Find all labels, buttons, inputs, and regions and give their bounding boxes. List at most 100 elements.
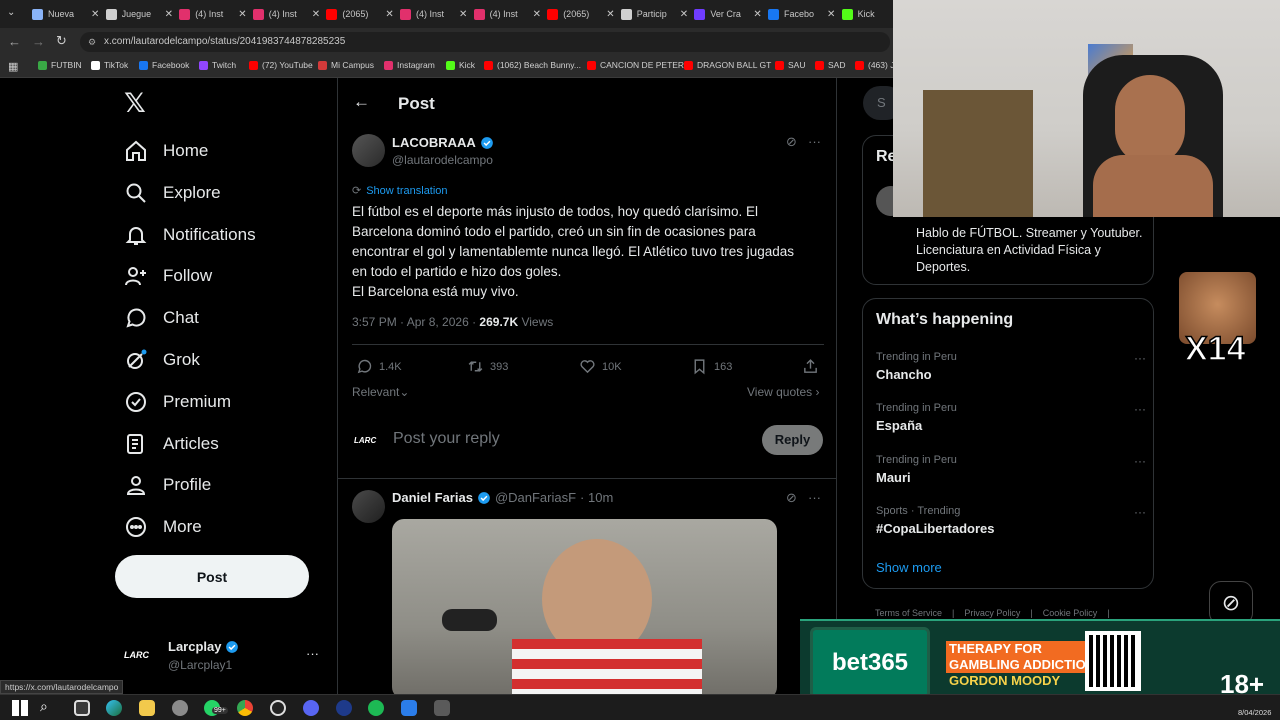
- bookmark-item[interactable]: TikTok: [91, 60, 128, 70]
- reply-button[interactable]: Reply: [762, 425, 823, 455]
- footer-link[interactable]: Privacy Policy: [964, 608, 1020, 618]
- back-arrow-icon[interactable]: ←: [8, 34, 21, 49]
- reply-timestamp[interactable]: · 10m: [580, 490, 613, 505]
- bookmark-item[interactable]: CANCION DE PETER: [587, 60, 684, 70]
- bookmark-item[interactable]: Instagram: [384, 60, 435, 70]
- back-arrow-icon[interactable]: ←: [353, 92, 370, 112]
- footer-link[interactable]: Cookie Policy: [1043, 608, 1098, 618]
- bookmark-item[interactable]: FUTBIN: [38, 60, 82, 70]
- browser-tab[interactable]: Facebo ✕: [768, 4, 838, 24]
- tweet-author-handle[interactable]: @lautarodelcampo: [392, 153, 493, 167]
- bookmark-item[interactable]: (463) J: [855, 60, 894, 70]
- reply-action[interactable]: 1.4K: [356, 358, 402, 375]
- bookmark-action[interactable]: 163: [691, 358, 732, 375]
- like-action[interactable]: 10K: [579, 358, 622, 375]
- bookmark-item[interactable]: DRAGON BALL GT: [684, 60, 771, 70]
- tweet-author-avatar[interactable]: [352, 134, 385, 167]
- trend-item[interactable]: Trending in Peru España ···: [876, 402, 1146, 433]
- edge-icon[interactable]: [106, 700, 122, 716]
- browser-tab[interactable]: (4) Inst ✕: [179, 4, 249, 24]
- tweet-timestamp[interactable]: 3:57 PM · Apr 8, 2026 ·: [352, 315, 476, 329]
- browser-tab[interactable]: Juegue ✕: [105, 4, 176, 24]
- reply-author-name[interactable]: Daniel Farias: [392, 490, 473, 505]
- tab-close-icon[interactable]: ✕: [312, 9, 320, 20]
- grok-explain-icon[interactable]: ⊘: [786, 134, 797, 150]
- discord-icon[interactable]: [303, 700, 319, 716]
- url-field[interactable]: ⚙ x.com/lautarodelcampo/status/204198374…: [80, 32, 890, 52]
- bookmark-item[interactable]: Twitch: [199, 60, 236, 70]
- browser-tab[interactable]: (4) Inst ✕: [473, 4, 544, 24]
- show-translation-link[interactable]: ⟳ Show translation: [352, 184, 448, 198]
- bookmark-item[interactable]: (1062) Beach Bunny...: [484, 60, 581, 70]
- tweet-more-icon[interactable]: ···: [808, 490, 821, 505]
- browser-tab[interactable]: (2065) ✕: [547, 4, 617, 24]
- nav-grok[interactable]: Grok: [124, 346, 200, 374]
- trend-more-icon[interactable]: ···: [1134, 402, 1146, 416]
- reply-input[interactable]: Post your reply: [393, 430, 693, 448]
- tab-close-icon[interactable]: ✕: [165, 9, 173, 20]
- forward-arrow-icon[interactable]: →: [32, 34, 45, 49]
- tab-close-icon[interactable]: ✕: [533, 9, 541, 20]
- grok-explain-icon[interactable]: ⊘: [786, 490, 797, 506]
- tab-close-icon[interactable]: ✕: [827, 9, 835, 20]
- file-explorer-icon[interactable]: [139, 700, 155, 716]
- view-quotes-link[interactable]: View quotes ›: [747, 385, 820, 399]
- relevant-sort-dropdown[interactable]: Relevant⌄: [352, 385, 409, 399]
- browser-tab[interactable]: Particip ✕: [620, 4, 691, 24]
- bookmark-item[interactable]: Mi Campus: [318, 60, 374, 70]
- taskbar-search-icon[interactable]: ⌕: [40, 698, 48, 715]
- trend-more-icon[interactable]: ···: [1134, 351, 1146, 365]
- chrome-icon[interactable]: [237, 700, 253, 716]
- nav-notifications[interactable]: Notifications: [124, 221, 256, 249]
- show-more-link[interactable]: Show more: [876, 560, 942, 575]
- ea-icon[interactable]: [336, 700, 352, 716]
- nav-follow[interactable]: Follow: [124, 262, 212, 290]
- bookmark-item[interactable]: SAD: [815, 60, 845, 70]
- tab-close-icon[interactable]: ✕: [385, 9, 393, 20]
- browser-tab[interactable]: Nueva ✕: [32, 4, 102, 24]
- tweet-more-icon[interactable]: ···: [808, 134, 821, 149]
- browser-tab[interactable]: (4) Inst ✕: [400, 4, 470, 24]
- apps-grid-icon[interactable]: ▦: [8, 60, 18, 73]
- app-icon[interactable]: [172, 700, 188, 716]
- nav-profile[interactable]: Profile: [124, 471, 211, 499]
- tab-close-icon[interactable]: ✕: [91, 9, 99, 20]
- obs-icon[interactable]: [270, 700, 286, 716]
- tab-close-icon[interactable]: ✕: [606, 9, 614, 20]
- calculator-icon[interactable]: [434, 700, 450, 716]
- nav-home[interactable]: Home: [124, 137, 208, 165]
- nav-chat[interactable]: Chat: [124, 304, 199, 332]
- share-action[interactable]: [802, 358, 819, 375]
- bookmark-item[interactable]: SAU: [775, 60, 805, 70]
- nav-premium[interactable]: Premium: [124, 388, 231, 416]
- x-logo-icon[interactable]: 𝕏: [124, 88, 146, 119]
- reply-author-handle[interactable]: @DanFariasF: [495, 490, 576, 505]
- trend-item[interactable]: Trending in Peru Chancho ···: [876, 351, 1146, 382]
- trend-more-icon[interactable]: ···: [1134, 505, 1146, 519]
- tab-close-icon[interactable]: ✕: [680, 9, 688, 20]
- tab-close-icon[interactable]: ✕: [238, 9, 246, 20]
- footer-link[interactable]: Terms of Service: [875, 608, 942, 618]
- spotify-icon[interactable]: [368, 700, 384, 716]
- nav-more[interactable]: More: [124, 513, 202, 541]
- nav-explore[interactable]: Explore: [124, 179, 221, 207]
- app-icon[interactable]: [401, 700, 417, 716]
- tweet-author-name[interactable]: LACOBRAAA: [392, 135, 476, 150]
- browser-tab[interactable]: Ver Cra ✕: [694, 4, 764, 24]
- trend-more-icon[interactable]: ···: [1134, 454, 1146, 468]
- reload-icon[interactable]: ↻: [56, 33, 67, 49]
- bookmark-item[interactable]: Kick: [446, 60, 475, 70]
- site-info-icon[interactable]: ⚙: [88, 32, 96, 52]
- browser-tab[interactable]: (2065) ✕: [326, 4, 396, 24]
- tab-list-dropdown-icon[interactable]: ⌄: [7, 7, 21, 21]
- tab-close-icon[interactable]: ✕: [753, 9, 761, 20]
- reply-author-avatar[interactable]: [352, 490, 385, 523]
- post-button[interactable]: Post: [115, 555, 309, 598]
- task-view-icon[interactable]: [74, 700, 90, 716]
- bookmark-item[interactable]: Facebook: [139, 60, 189, 70]
- nav-articles[interactable]: Articles: [124, 430, 219, 458]
- account-more-icon[interactable]: ···: [306, 646, 319, 661]
- reply-media-video[interactable]: [392, 519, 777, 698]
- trend-item[interactable]: Sports · Trending #CopaLibertadores ···: [876, 505, 1146, 536]
- trend-item[interactable]: Trending in Peru Mauri ···: [876, 454, 1146, 485]
